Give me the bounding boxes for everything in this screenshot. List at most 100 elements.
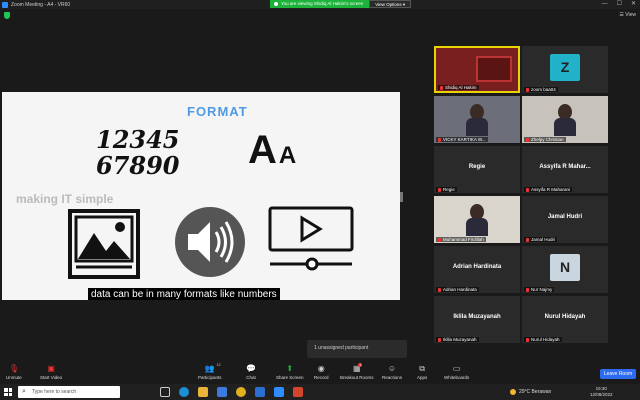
participant-tile[interactable]: VICKY KARTIKA W... xyxy=(434,96,520,143)
participant-name-label: Regie xyxy=(436,187,457,192)
zoom-taskbar-icon[interactable] xyxy=(274,387,284,397)
sharing-dot-icon xyxy=(274,2,278,6)
participant-display-name: Regie xyxy=(468,164,486,170)
participant-name-label: Assyifa R Maharani xyxy=(524,187,573,192)
share-banner-text: You are viewing Shidiq Al Hakim's screen xyxy=(281,1,364,6)
powerpoint-icon[interactable] xyxy=(293,387,303,397)
reactions-icon: ☺ xyxy=(387,364,397,373)
split-resize-handle[interactable] xyxy=(400,192,403,202)
window-title: Zoom Meeting - A4 - VR60 xyxy=(11,1,71,8)
participant-name-label: Jamal Hudri xyxy=(524,237,558,242)
share-screen-button[interactable]: ⬆ Share Screen xyxy=(276,364,304,381)
participant-tile[interactable]: Nurul Hidayah Nurul Hidayah xyxy=(522,296,608,343)
system-tray: 29°C Berawan xyxy=(510,386,551,398)
muted-mic-icon xyxy=(438,287,441,292)
live-caption: data can be in many formats like numbers xyxy=(88,288,280,300)
store-icon[interactable] xyxy=(217,387,227,397)
share-screen-icon: ⬆ xyxy=(286,364,294,373)
audio-format-icon xyxy=(175,207,245,277)
whiteboards-button[interactable]: ▭ Whiteboards xyxy=(444,364,469,381)
participant-name-label: Nur Najmy xyxy=(524,287,555,292)
participant-video xyxy=(522,96,608,143)
muted-mic-icon xyxy=(438,187,441,192)
breakout-popover[interactable]: 1 unassigned participant xyxy=(307,340,407,358)
participant-name-label: Iklila Muzayanah xyxy=(436,337,479,342)
muted-mic-icon xyxy=(526,337,529,342)
participant-tile[interactable]: Iklila Muzayanah Iklila Muzayanah xyxy=(434,296,520,343)
participant-tile[interactable]: N Nur Najmy xyxy=(522,246,608,293)
participant-name-label: VICKY KARTIKA W... xyxy=(436,137,488,142)
participant-tile[interactable]: Zzoom baa04 xyxy=(522,46,608,93)
taskbar-apps xyxy=(160,387,303,397)
participants-button[interactable]: 👥 Participants 12 xyxy=(198,363,222,380)
video-format-icon xyxy=(268,206,354,271)
shared-screen: FORMAT 12345 67890 AA making IT simple d… xyxy=(2,92,400,300)
participant-name-label: Adrian Hardinata xyxy=(436,287,479,292)
meeting-info xyxy=(4,12,10,19)
participants-icon: 👥 xyxy=(204,364,215,373)
mail-icon[interactable] xyxy=(255,387,265,397)
close-button[interactable]: ✕ xyxy=(631,0,636,9)
chrome-icon[interactable] xyxy=(236,387,246,397)
participant-name-label: Nurul Hidayah xyxy=(524,337,562,342)
edge-icon[interactable] xyxy=(179,387,189,397)
record-icon: ◉ xyxy=(317,364,325,373)
muted-mic-icon xyxy=(526,187,529,192)
meeting-toolbar: 🎙 Unmute ▣ Start Video 👥 Participants 12… xyxy=(0,362,640,384)
muted-mic-icon xyxy=(438,337,441,342)
participant-tile[interactable]: Muhammad Firdillah xyxy=(434,196,520,243)
apps-icon: ⧉ xyxy=(419,364,425,373)
taskbar-search-input[interactable]: ⌕ Type here to search xyxy=(18,386,120,398)
windows-taskbar: ⌕ Type here to search 29°C Berawan 19:30… xyxy=(0,384,640,400)
participant-display-name: Nurul Hidayah xyxy=(544,314,586,320)
security-shield-icon[interactable] xyxy=(4,12,10,19)
record-button[interactable]: ◉ Record xyxy=(314,364,329,381)
weather-icon xyxy=(510,389,516,395)
slide-tagline: making IT simple xyxy=(16,192,114,206)
participant-tile[interactable]: Regie Regie xyxy=(434,146,520,193)
muted-mic-icon xyxy=(438,237,441,242)
windows-start-icon[interactable] xyxy=(4,388,12,396)
taskbar-clock[interactable]: 19:30 12/08/2022 xyxy=(590,386,613,398)
participant-name-label: Zhelpy Christian xyxy=(524,137,566,142)
participant-tile[interactable]: Jamal Hudri Jamal Hudri xyxy=(522,196,608,243)
view-button[interactable]: ☰ View xyxy=(619,12,636,18)
window-controls: — ☐ ✕ xyxy=(602,0,636,9)
participant-tile[interactable]: Assyifa R Mahar... Assyifa R Maharani xyxy=(522,146,608,193)
breakout-rooms-button[interactable]: ▦ Breakout Rooms 1 xyxy=(340,363,374,380)
leave-room-button[interactable]: Leave Room xyxy=(600,369,636,379)
screen-share-banner: You are viewing Shidiq Al Hakim's screen… xyxy=(270,0,412,8)
start-video-button[interactable]: ▣ Start Video xyxy=(40,365,62,381)
weather-text[interactable]: 29°C Berawan xyxy=(519,389,551,395)
participant-display-name: Adrian Hardinata xyxy=(452,264,502,270)
participant-tile[interactable]: Adrian Hardinata Adrian Hardinata xyxy=(434,246,520,293)
minimize-button[interactable]: — xyxy=(602,0,608,9)
avatar: N xyxy=(550,254,580,281)
maximize-button[interactable]: ☐ xyxy=(617,0,622,9)
participant-video xyxy=(434,196,520,243)
view-options-button[interactable]: View Options ▾ xyxy=(369,0,412,8)
popover-text: 1 unassigned participant xyxy=(314,345,369,351)
breakout-badge: 1 xyxy=(358,363,363,367)
avatar: Z xyxy=(550,54,580,81)
participant-tile[interactable]: Shidiq Al Hakim xyxy=(434,46,520,93)
apps-button[interactable]: ⧉ Apps xyxy=(417,364,427,381)
reactions-button[interactable]: ☺ Reactions xyxy=(382,364,402,381)
whiteboard-icon: ▭ xyxy=(452,364,461,373)
participants-count: 12 xyxy=(216,363,221,367)
chat-button[interactable]: 💬 Chat xyxy=(246,365,256,381)
participant-tile[interactable]: Zhelpy Christian xyxy=(522,96,608,143)
participant-name-label: Muhammad Firdillah xyxy=(436,237,486,242)
unmute-button[interactable]: 🎙 Unmute xyxy=(6,365,22,381)
file-explorer-icon[interactable] xyxy=(198,387,208,397)
participant-video xyxy=(434,96,520,143)
participant-display-name: Iklila Muzayanah xyxy=(453,314,501,320)
muted-mic-icon xyxy=(526,287,529,292)
participant-display-name: Jamal Hudri xyxy=(547,214,583,220)
search-icon: ⌕ xyxy=(22,388,26,395)
muted-mic-icon xyxy=(438,137,441,142)
muted-mic-icon xyxy=(526,137,529,142)
task-view-icon[interactable] xyxy=(160,387,170,397)
slide-heading: FORMAT xyxy=(187,104,248,119)
slide-letters: AA xyxy=(248,128,297,172)
